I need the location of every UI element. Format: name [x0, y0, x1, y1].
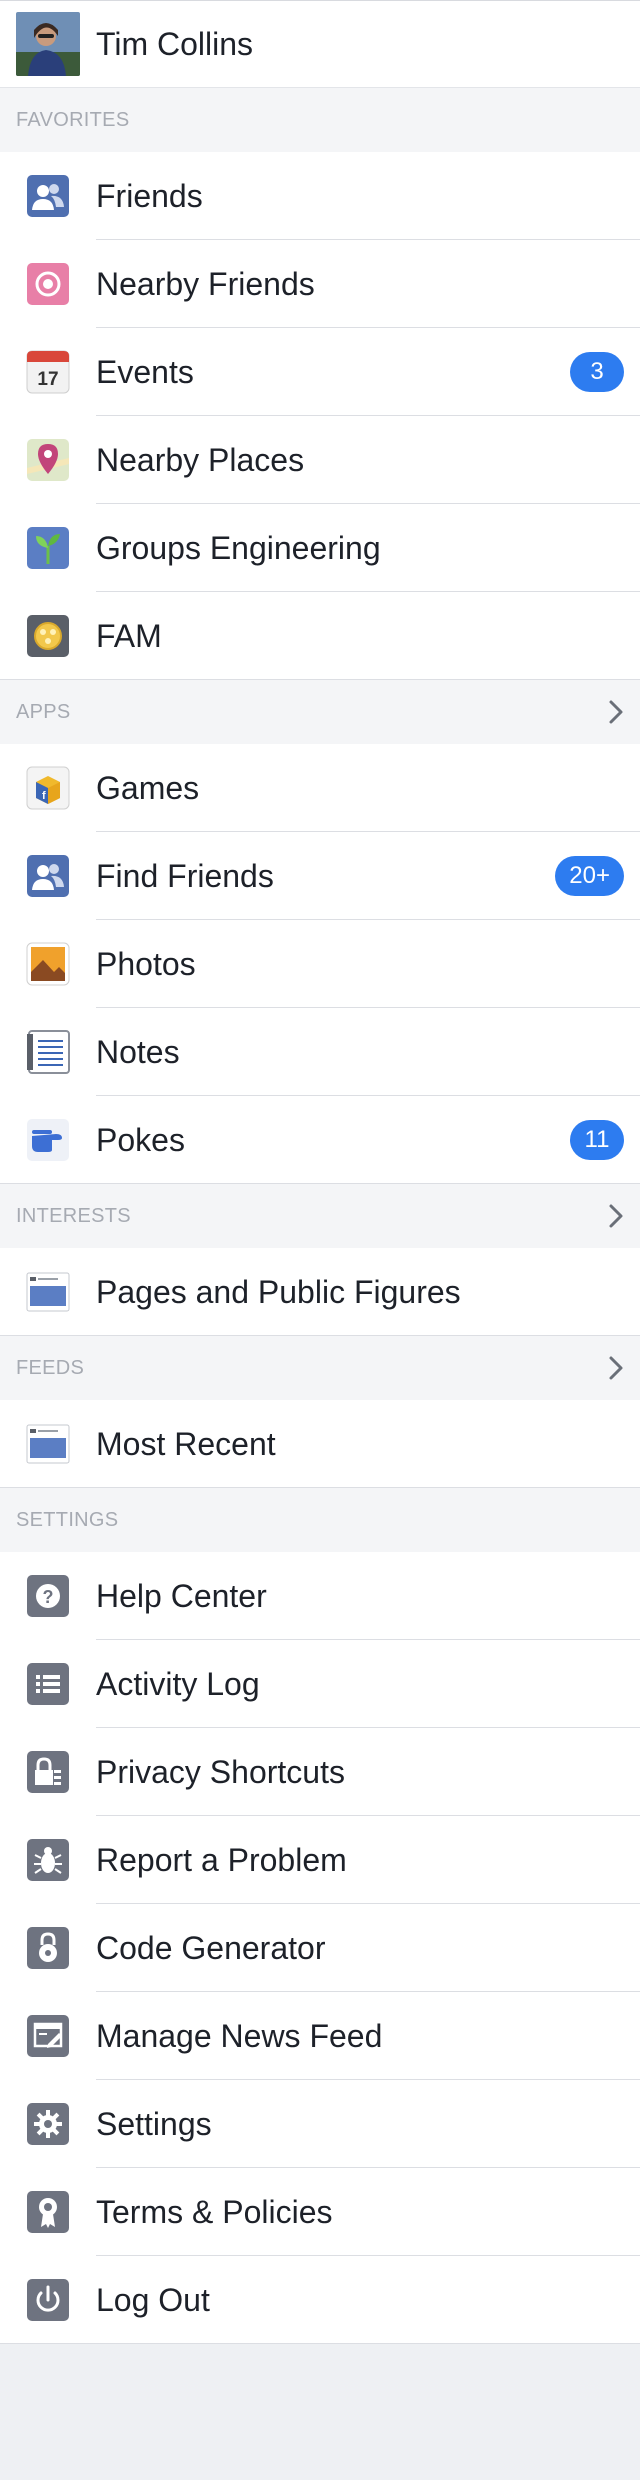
power-icon	[24, 2276, 72, 2324]
menu-item-nearby-places[interactable]: Nearby Places	[0, 416, 640, 504]
row-divider	[0, 1183, 640, 1184]
help-icon: ?	[24, 1572, 72, 1620]
chevron-right-icon[interactable]	[606, 1354, 626, 1382]
section-title: SETTINGS	[16, 1508, 119, 1531]
bug-icon	[24, 1836, 72, 1884]
menu-item-label: Nearby Places	[96, 441, 305, 478]
section-title: FEEDS	[16, 1356, 85, 1379]
menu-item-games[interactable]: f Games	[0, 744, 640, 832]
menu-item-code-generator[interactable]: Code Generator	[0, 1904, 640, 1992]
chevron-right-icon[interactable]	[606, 1202, 626, 1230]
row-divider	[0, 1487, 640, 1488]
menu-item-label: FAM	[96, 617, 162, 654]
section-header-settings: SETTINGS	[0, 1488, 640, 1552]
menu-item-label: Notes	[96, 1033, 180, 1070]
friends-icon	[24, 852, 72, 900]
menu-item-help-center[interactable]: ? Help Center	[0, 1552, 640, 1640]
list-icon	[24, 1660, 72, 1708]
menu-item-label: Nearby Friends	[96, 265, 315, 302]
menu-item-groups-engineering[interactable]: Groups Engineering	[0, 504, 640, 592]
row-divider	[0, 1335, 640, 1336]
navigation-menu: Tim Collins FAVORITES Friends Nearby Frien…	[0, 0, 640, 2344]
map-pin-icon	[24, 436, 72, 484]
menu-item-activity-log[interactable]: Activity Log	[0, 1640, 640, 1728]
menu-item-settings[interactable]: Settings	[0, 2080, 640, 2168]
notes-icon	[24, 1028, 72, 1076]
sprout-icon	[24, 524, 72, 572]
menu-item-pages-and-public-figures[interactable]: Pages and Public Figures	[0, 1248, 640, 1336]
menu-item-most-recent[interactable]: Most Recent	[0, 1400, 640, 1488]
profile-name: Tim Collins	[96, 25, 254, 62]
menu-item-label: Terms & Policies	[96, 2193, 333, 2230]
menu-item-label: Friends	[96, 177, 203, 214]
menu-sections: FAVORITES Friends Nearby Friends 17 Events 3 N…	[0, 88, 640, 2344]
section-title: FAVORITES	[16, 108, 130, 131]
section-header-interests[interactable]: INTERESTS	[0, 1184, 640, 1248]
notification-badge: 11	[570, 1120, 624, 1160]
menu-item-photos[interactable]: Photos	[0, 920, 640, 1008]
lock-icon	[24, 1748, 72, 1796]
menu-item-manage-news-feed[interactable]: Manage News Feed	[0, 1992, 640, 2080]
nearby-friends-icon	[24, 260, 72, 308]
section-header-favorites: FAVORITES	[0, 88, 640, 152]
row-divider	[0, 679, 640, 680]
menu-item-label: Report a Problem	[96, 1841, 347, 1878]
menu-item-terms-and-policies[interactable]: Terms & Policies	[0, 2168, 640, 2256]
section-header-feeds[interactable]: FEEDS	[0, 1336, 640, 1400]
menu-item-nearby-friends[interactable]: Nearby Friends	[0, 240, 640, 328]
menu-item-label: Most Recent	[96, 1425, 276, 1462]
menu-item-label: Help Center	[96, 1577, 267, 1614]
menu-item-label: Games	[96, 769, 200, 806]
menu-item-find-friends[interactable]: Find Friends 20+	[0, 832, 640, 920]
user-avatar	[16, 12, 80, 76]
menu-item-report-a-problem[interactable]: Report a Problem	[0, 1816, 640, 1904]
chevron-right-icon[interactable]	[606, 698, 626, 726]
menu-item-label: Events	[96, 353, 194, 390]
menu-item-pokes[interactable]: Pokes 11	[0, 1096, 640, 1184]
menu-item-friends[interactable]: Friends	[0, 152, 640, 240]
poke-icon	[24, 1116, 72, 1164]
ribbon-icon	[24, 2188, 72, 2236]
photos-icon	[24, 940, 72, 988]
section-title: INTERESTS	[16, 1204, 131, 1227]
menu-item-label: Pages and Public Figures	[96, 1273, 461, 1310]
menu-item-label: Activity Log	[96, 1665, 260, 1702]
menu-item-label: Manage News Feed	[96, 2017, 383, 2054]
notification-badge: 3	[570, 352, 624, 392]
manage-feed-icon	[24, 2012, 72, 2060]
gear-icon	[24, 2100, 72, 2148]
section-title: APPS	[16, 700, 71, 723]
fam-icon	[24, 612, 72, 660]
menu-item-label: Photos	[96, 945, 196, 982]
feed-page-icon	[24, 1268, 72, 1316]
menu-item-events[interactable]: 17 Events 3	[0, 328, 640, 416]
menu-item-log-out[interactable]: Log Out	[0, 2256, 640, 2344]
games-icon: f	[24, 764, 72, 812]
menu-item-label: Privacy Shortcuts	[96, 1753, 345, 1790]
menu-item-notes[interactable]: Notes	[0, 1008, 640, 1096]
code-lock-icon	[24, 1924, 72, 1972]
menu-item-label: Settings	[96, 2105, 212, 2142]
svg-text:f: f	[42, 790, 46, 802]
menu-item-label: Log Out	[96, 2281, 210, 2318]
feed-page-icon	[24, 1420, 72, 1468]
menu-item-label: Code Generator	[96, 1929, 326, 1966]
friends-icon	[24, 172, 72, 220]
menu-item-label: Pokes	[96, 1121, 185, 1158]
row-divider	[0, 2343, 640, 2344]
profile-row[interactable]: Tim Collins	[0, 0, 640, 88]
calendar-day-number: 17	[37, 369, 58, 390]
menu-item-label: Find Friends	[96, 857, 274, 894]
notification-badge: 20+	[555, 856, 624, 896]
menu-item-label: Groups Engineering	[96, 529, 381, 566]
section-header-apps[interactable]: APPS	[0, 680, 640, 744]
calendar-icon: 17	[24, 348, 72, 396]
menu-item-fam[interactable]: FAM	[0, 592, 640, 680]
svg-text:?: ?	[43, 1587, 54, 1607]
menu-item-privacy-shortcuts[interactable]: Privacy Shortcuts	[0, 1728, 640, 1816]
